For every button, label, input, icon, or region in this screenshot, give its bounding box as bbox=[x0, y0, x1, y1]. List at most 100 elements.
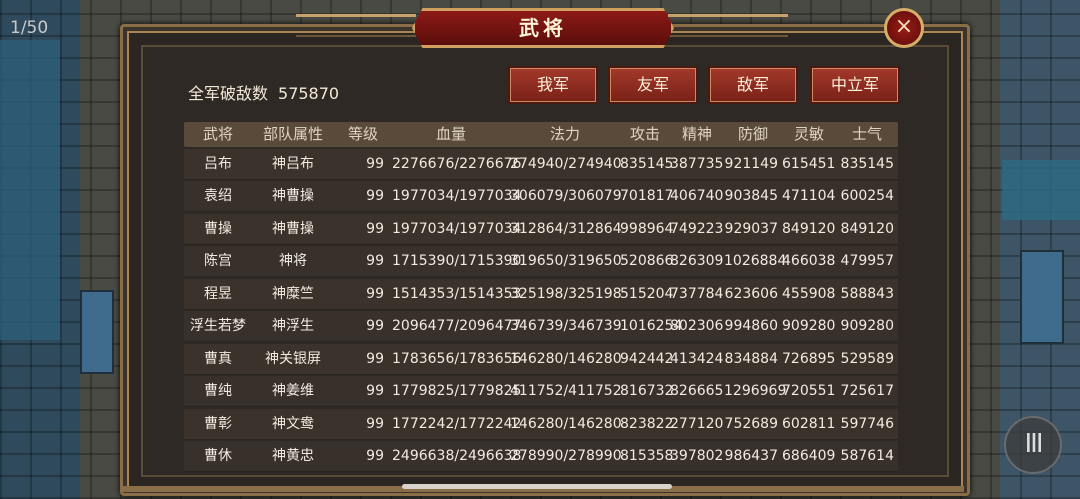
table-cell: 411752/411752 bbox=[510, 383, 622, 399]
table-cell: 278990/278990 bbox=[510, 448, 622, 464]
menu-button[interactable]: III bbox=[1004, 416, 1062, 474]
page-counter: 1/50 bbox=[10, 18, 49, 38]
table-cell: 909280 bbox=[782, 318, 836, 334]
table-cell: 146280/146280 bbox=[510, 415, 622, 432]
column-header: 部队属性 bbox=[262, 125, 323, 143]
table-cell: 1296969 bbox=[724, 383, 787, 399]
table-cell: 曹彰 bbox=[204, 415, 232, 432]
map-water bbox=[0, 40, 60, 340]
table-cell: 826665 bbox=[670, 383, 724, 399]
table-cell: 515204 bbox=[620, 285, 674, 302]
close-button[interactable]: × bbox=[884, 8, 924, 48]
table-cell: 397802 bbox=[670, 448, 724, 464]
table-cell: 623606 bbox=[724, 285, 778, 302]
title-ornament bbox=[668, 14, 788, 37]
table-cell: 455908 bbox=[782, 285, 836, 302]
column-header: 血量 bbox=[435, 125, 466, 143]
close-icon: × bbox=[894, 14, 914, 39]
table-cell: 99 bbox=[366, 415, 384, 432]
column-header: 灵敏 bbox=[793, 125, 824, 143]
table-cell: 277120 bbox=[670, 415, 724, 432]
table-cell: 849120 bbox=[840, 220, 894, 237]
faction-button-enemy-army[interactable]: 敌军 bbox=[710, 68, 796, 102]
table-row[interactable]: 曹真 神关银屏 99 1783656/1783656 146280/146280 9424… bbox=[184, 343, 898, 375]
table-cell: 319650/319650 bbox=[510, 253, 622, 269]
table-cell: 749223 bbox=[670, 220, 724, 237]
column-header: 等级 bbox=[347, 125, 378, 143]
faction-button-allied-army[interactable]: 友军 bbox=[610, 68, 696, 102]
table-cell: 615451 bbox=[782, 155, 836, 172]
table-row[interactable]: 程昱 神糜竺 99 1514353/1514353 325198/325198 51520… bbox=[184, 278, 898, 310]
map-building bbox=[1020, 250, 1064, 344]
table-cell: 神曹操 bbox=[272, 220, 314, 237]
table-cell: 曹休 bbox=[204, 448, 232, 464]
table-row[interactable]: 陈宫 神将 99 1715390/1715390 319650/319650 520866… bbox=[184, 246, 898, 277]
table-row[interactable]: 曹纯 神姜维 99 1779825/1779825 411752/411752 81673… bbox=[184, 376, 898, 407]
table-cell: 471104 bbox=[782, 188, 836, 204]
table-cell: 466038 bbox=[782, 253, 836, 269]
table-row[interactable]: 吕布 神吕布 99 2276676/2276676 274940/274940 83514… bbox=[184, 148, 898, 180]
table-cell: 387735 bbox=[670, 155, 724, 172]
table-cell: 816732 bbox=[620, 383, 674, 399]
generals-table: 武将 部队属性 等级 血量 法力 攻击 精神 防御 灵敏 士气 吕布 神吕布 99 2… bbox=[184, 122, 898, 472]
column-header: 精神 bbox=[681, 125, 712, 143]
table-cell: 312864/312864 bbox=[510, 220, 622, 237]
table-row[interactable]: 曹休 神黄忠 99 2496638/2496638 278990/278990 81535… bbox=[184, 441, 898, 472]
table-cell: 600254 bbox=[840, 188, 894, 204]
table-cell: 529589 bbox=[840, 350, 894, 367]
table-cell: 神姜维 bbox=[272, 383, 314, 399]
total-kills-label: 全军破敌数 bbox=[188, 84, 269, 103]
home-indicator[interactable] bbox=[402, 484, 672, 489]
table-row[interactable]: 曹彰 神文鸯 99 1772242/1772242 146280/146280 82382… bbox=[184, 408, 898, 440]
column-header: 士气 bbox=[851, 125, 882, 143]
faction-button-my-army[interactable]: 我军 bbox=[510, 68, 596, 102]
table-cell: 99 bbox=[366, 448, 384, 464]
table-row[interactable]: 曹操 神曹操 99 1977034/1977034 312864/312864 99896… bbox=[184, 213, 898, 245]
table-cell: 99 bbox=[366, 155, 384, 172]
table-cell: 597746 bbox=[840, 415, 894, 432]
table-cell: 413424 bbox=[670, 350, 724, 367]
table-cell: 1514353/1514353 bbox=[392, 285, 522, 302]
table-cell: 2276676/2276676 bbox=[392, 155, 522, 172]
table-cell: 802306 bbox=[670, 318, 724, 334]
column-header: 武将 bbox=[202, 125, 233, 143]
table-row[interactable]: 袁绍 神曹操 99 1977034/1977034 306079/306079 70181… bbox=[184, 181, 898, 212]
table-cell: 1977034/1977034 bbox=[392, 188, 522, 204]
table-cell: 神糜竺 bbox=[272, 285, 314, 302]
table-cell: 146280/146280 bbox=[510, 350, 622, 367]
table-cell: 602811 bbox=[782, 415, 836, 432]
title-ornament bbox=[296, 14, 416, 37]
table-cell: 神吕布 bbox=[272, 155, 314, 172]
table-cell: 1715390/1715390 bbox=[392, 253, 522, 269]
table-cell: 1772242/1772242 bbox=[392, 415, 522, 432]
table-row[interactable]: 浮生若梦 神浮生 99 2096477/2096477 346739/346739 101… bbox=[184, 311, 898, 342]
table-cell: 998964 bbox=[620, 220, 674, 237]
faction-button-neutral-army[interactable]: 中立军 bbox=[812, 68, 898, 102]
table-cell: 306079/306079 bbox=[510, 188, 622, 204]
table-cell: 神浮生 bbox=[272, 318, 314, 334]
table-cell: 99 bbox=[366, 383, 384, 399]
table-cell: 神将 bbox=[279, 253, 307, 269]
table-cell: 1977034/1977034 bbox=[392, 220, 522, 237]
table-cell: 737784 bbox=[670, 285, 724, 302]
table-cell: 942442 bbox=[620, 350, 674, 367]
menu-icon: III bbox=[1024, 429, 1043, 459]
table-cell: 吕布 bbox=[204, 155, 232, 172]
column-header: 防御 bbox=[737, 125, 768, 143]
table-cell: 835145 bbox=[620, 155, 674, 172]
table-cell: 986437 bbox=[724, 448, 778, 464]
table-cell: 神黄忠 bbox=[272, 448, 314, 464]
table-cell: 1779825/1779825 bbox=[392, 383, 522, 399]
table-cell: 909280 bbox=[840, 318, 894, 334]
table-cell: 274940/274940 bbox=[510, 155, 622, 172]
total-kills-value: 575870 bbox=[278, 84, 340, 103]
panel-title: 武将 bbox=[412, 8, 674, 48]
table-cell: 588843 bbox=[840, 285, 894, 302]
table-cell: 神关银屏 bbox=[265, 350, 321, 367]
table-cell: 99 bbox=[366, 188, 384, 204]
table-cell: 720551 bbox=[782, 383, 836, 399]
table-cell: 神文鸯 bbox=[272, 415, 314, 432]
table-cell: 1026884 bbox=[724, 253, 787, 269]
table-cell: 陈宫 bbox=[204, 253, 232, 269]
table-cell: 520866 bbox=[620, 253, 674, 269]
